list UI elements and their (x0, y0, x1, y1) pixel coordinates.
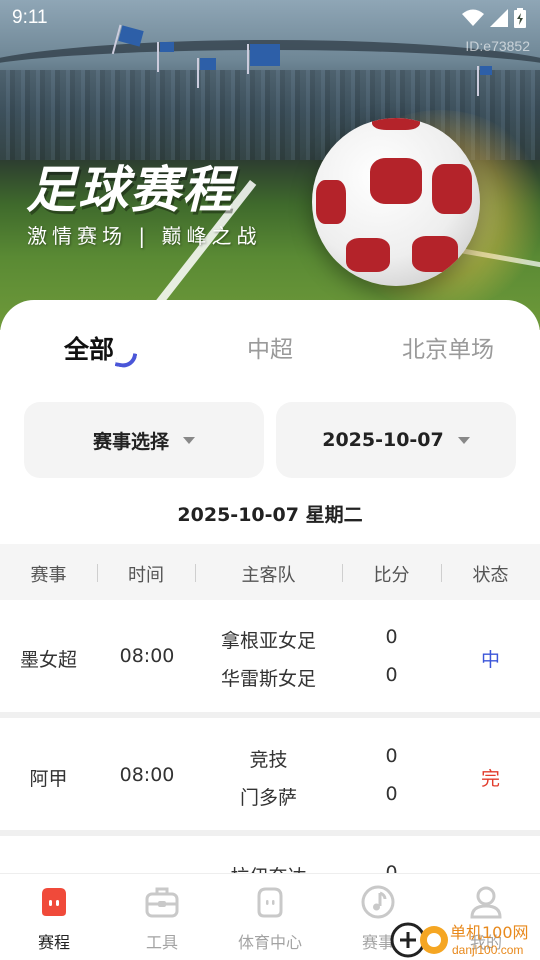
row-time: 08:00 (119, 645, 175, 667)
status-icons (462, 8, 526, 28)
header-league: 赛事 (30, 565, 67, 586)
watermark-brand: 单机100网 (450, 923, 529, 942)
hero-banner: 9:11 ID:e73852 足球赛程 激情赛场 | 巅峰之战 (0, 0, 540, 330)
row-status: 中 (480, 649, 500, 671)
flag-icon (157, 42, 174, 72)
nav-label: 体育中心 (237, 933, 302, 952)
row-away-team: 华雷斯女足 (220, 668, 316, 690)
tab-beijing-single[interactable]: 北京单场 (402, 330, 494, 364)
row-away-score: 0 (385, 664, 398, 686)
row-home-score: 0 (385, 862, 398, 873)
status-bar: 9:11 (0, 0, 540, 36)
nav-tools[interactable]: 工具 (108, 874, 216, 960)
watermark-url: danji100.com (452, 943, 523, 957)
row-away-team: 门多萨 (239, 787, 297, 809)
row-home-team: 竞技 (249, 749, 288, 771)
status-time: 9:11 (12, 7, 48, 28)
table-header: 赛事 时间 主客队 比分 状态 (0, 544, 540, 600)
row-away-score: 0 (385, 783, 398, 805)
row-home-score: 0 (385, 745, 398, 767)
row-league: 阿甲 (29, 768, 68, 790)
table-row[interactable]: 拉伊奈达 0 (0, 836, 540, 873)
row-home-score: 0 (385, 626, 398, 648)
event-select-dropdown[interactable]: 赛事选择 (24, 402, 264, 478)
header-score: 比分 (373, 565, 410, 586)
nav-label: 工具 (145, 933, 178, 952)
date-select-label: 2025-10-07 (322, 429, 444, 451)
row-home-team: 拿根亚女足 (220, 630, 316, 652)
hero-title: 足球赛程 (26, 161, 234, 219)
flag-icon (477, 66, 492, 96)
nav-schedule[interactable]: 赛程 (0, 874, 108, 960)
football-image (312, 118, 480, 286)
tab-all[interactable]: 全部 (64, 330, 114, 366)
row-status: 完 (480, 768, 500, 790)
user-id-watermark: ID:e73852 (465, 38, 530, 54)
row-time: 08:00 (119, 764, 175, 786)
sports-center-icon (257, 887, 283, 918)
schedule-icon (42, 888, 66, 916)
flag-icon (247, 44, 280, 74)
nav-label: 赛程 (37, 933, 70, 952)
hero-subtitle: 激情赛场 | 巅峰之战 (27, 224, 262, 248)
flag-icon (197, 58, 216, 88)
table-row[interactable]: 阿甲 08:00 竞技 门多萨 0 0 完 (0, 718, 540, 830)
date-select-dropdown[interactable]: 2025-10-07 (276, 402, 516, 478)
wifi-icon (462, 9, 484, 26)
watermark-logo-icon: 单机100网 danji100.com (390, 922, 529, 958)
nav-sports-center[interactable]: 体育中心 (216, 874, 324, 960)
header-status: 状态 (472, 565, 509, 586)
header-time: 时间 (128, 565, 164, 586)
league-tabs: 全部 中超 北京单场 (0, 330, 540, 370)
event-select-label: 赛事选择 (92, 430, 169, 453)
header-teams: 主客队 (241, 565, 296, 586)
caret-down-icon (457, 436, 470, 444)
battery-icon (514, 8, 526, 28)
toolbox-icon (145, 887, 179, 918)
row-league: 墨女超 (19, 649, 77, 671)
tab-csl[interactable]: 中超 (247, 330, 293, 364)
date-heading: 2025-10-07 星期二 (177, 504, 363, 526)
site-watermark-logo: 单机100网 danji100.com (390, 908, 540, 960)
table-row[interactable]: 墨女超 08:00 拿根亚女足 华雷斯女足 0 0 中 (0, 600, 540, 712)
cellular-signal-icon (490, 9, 508, 27)
row-home-team: 拉伊奈达 (195, 862, 342, 873)
caret-down-icon (183, 436, 195, 444)
